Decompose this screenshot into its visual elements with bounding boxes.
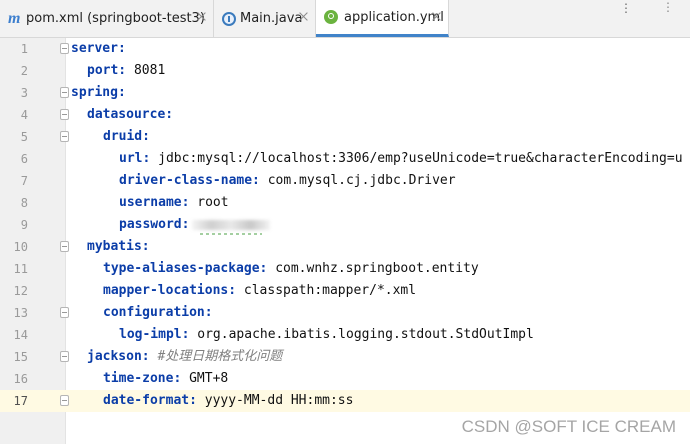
yaml-key: url: — [119, 151, 151, 166]
code-line: 8 username: root — [0, 192, 690, 214]
yaml-line: port: 8081 — [87, 60, 165, 82]
fold-toggle-icon[interactable] — [60, 395, 69, 406]
line-number: 2 — [20, 64, 28, 78]
yaml-key: log-impl: — [119, 327, 190, 342]
tab-main-java[interactable]: Main.java — [214, 0, 316, 37]
line-number: 10 — [13, 240, 28, 254]
yaml-line: time-zone: GMT+8 — [103, 368, 228, 390]
yaml-key: spring: — [71, 85, 126, 100]
code-line: 11 type-aliases-package: com.wnhz.spring… — [0, 258, 690, 280]
yaml-line: log-impl: org.apache.ibatis.logging.stdo… — [119, 324, 534, 346]
line-number: 9 — [20, 218, 28, 232]
yaml-key: port: — [87, 63, 127, 78]
yaml-value: com.wnhz.springboot.entity — [267, 261, 479, 276]
code-line: 15 jackson: #处理日期格式化问题 — [0, 346, 690, 368]
yaml-key: username: — [119, 195, 190, 210]
code-line: 16 time-zone: GMT+8 — [0, 368, 690, 390]
tab-label: Main.java — [240, 11, 303, 26]
fold-toggle-icon[interactable] — [60, 109, 69, 120]
close-icon[interactable] — [196, 11, 207, 22]
code-editor[interactable]: 1 server: 2 port: 8081 3 spring: 4 datas… — [0, 38, 690, 444]
code-line: 6 url: jdbc:mysql://localhost:3306/emp?u… — [0, 148, 690, 170]
yaml-value: 8081 — [126, 63, 166, 78]
yaml-line: url: jdbc:mysql://localhost:3306/emp?use… — [119, 148, 683, 170]
close-icon[interactable] — [431, 11, 442, 22]
fold-toggle-icon[interactable] — [60, 87, 69, 98]
yaml-key: jackson: — [87, 349, 150, 364]
yaml-line: mapper-locations: classpath:mapper/*.xml — [103, 280, 416, 302]
code-line: 13 configuration: — [0, 302, 690, 324]
code-line: 12 mapper-locations: classpath:mapper/*.… — [0, 280, 690, 302]
yaml-value: org.apache.ibatis.logging.stdout.StdOutI… — [189, 327, 534, 342]
spring-yml-icon — [324, 10, 338, 24]
code-line: 10 mybatis: — [0, 236, 690, 258]
yaml-value: root — [189, 195, 229, 210]
line-number: 17 — [13, 394, 28, 408]
line-number: 16 — [13, 372, 28, 386]
tab-application-yml[interactable]: application.yml — [316, 0, 449, 37]
fold-toggle-icon[interactable] — [60, 307, 69, 318]
editor-tab-bar: m pom.xml (springboot-test3) Main.java a… — [0, 0, 690, 38]
yaml-key: type-aliases-package: — [103, 261, 268, 276]
yaml-key: mapper-locations: — [103, 283, 237, 298]
code-line: 2 port: 8081 — [0, 60, 690, 82]
fold-toggle-icon[interactable] — [60, 241, 69, 252]
yaml-key: druid: — [103, 129, 150, 144]
yaml-line: date-format: yyyy-MM-dd HH:mm:ss — [103, 390, 353, 412]
tab-label: application.yml — [344, 9, 444, 25]
line-number: 13 — [13, 306, 28, 320]
line-number: 15 — [13, 350, 28, 364]
code-line: 14 log-impl: org.apache.ibatis.logging.s… — [0, 324, 690, 346]
yaml-key: server: — [71, 41, 126, 56]
yaml-value: jdbc:mysql://localhost:3306/emp?useUnico… — [150, 151, 683, 166]
line-number: 6 — [20, 152, 28, 166]
code-line: 1 server: — [0, 38, 690, 60]
java-class-icon — [222, 11, 236, 26]
code-line: 4 datasource: — [0, 104, 690, 126]
yaml-key: time-zone: — [103, 371, 182, 386]
yaml-value: yyyy-MM-dd HH:mm:ss — [196, 393, 354, 408]
line-number: 11 — [13, 262, 28, 276]
maven-m-icon: m — [8, 9, 21, 27]
code-line: 7 driver-class-name: com.mysql.cj.jdbc.D… — [0, 170, 690, 192]
line-number: 8 — [20, 196, 28, 210]
spellcheck-underline — [200, 233, 262, 235]
yaml-key: datasource: — [87, 107, 174, 122]
yaml-key: password: — [119, 217, 190, 232]
line-number: 12 — [13, 284, 28, 298]
yaml-value: com.mysql.cj.jdbc.Driver — [259, 173, 456, 188]
yaml-key: mybatis: — [87, 239, 150, 254]
current-code-line: 17 date-format: yyyy-MM-dd HH:mm:ss — [0, 390, 690, 412]
code-line: 9 password: — [0, 214, 690, 236]
fold-toggle-icon[interactable] — [60, 351, 69, 362]
more-menu-icon[interactable]: ⋮ — [620, 1, 632, 15]
yaml-line: type-aliases-package: com.wnhz.springboo… — [103, 258, 479, 280]
line-number: 1 — [20, 42, 28, 56]
line-number: 14 — [13, 328, 28, 342]
yaml-line: jackson: #处理日期格式化问题 — [87, 346, 282, 368]
pin-icon[interactable]: ⋮ — [662, 0, 674, 14]
yaml-key: driver-class-name: — [119, 173, 260, 188]
watermark: CSDN @SOFT ICE CREAM — [461, 417, 676, 436]
redacted-password — [192, 219, 271, 230]
fold-toggle-icon[interactable] — [60, 43, 69, 54]
yaml-line: driver-class-name: com.mysql.cj.jdbc.Dri… — [119, 170, 456, 192]
yaml-line: username: root — [119, 192, 229, 214]
yaml-value: GMT+8 — [181, 371, 229, 386]
close-icon[interactable] — [298, 11, 309, 22]
code-line: 5 druid: — [0, 126, 690, 148]
yaml-key: date-format: — [103, 393, 197, 408]
tab-pom-xml[interactable]: m pom.xml (springboot-test3) — [0, 0, 214, 37]
yaml-value: classpath:mapper/*.xml — [236, 283, 417, 298]
yaml-key: configuration: — [103, 305, 213, 320]
line-number: 7 — [20, 174, 28, 188]
line-number: 4 — [20, 108, 28, 122]
yaml-comment: #处理日期格式化问题 — [157, 349, 283, 364]
line-number: 3 — [20, 86, 28, 100]
fold-toggle-icon[interactable] — [60, 131, 69, 142]
code-line: 3 spring: — [0, 82, 690, 104]
line-number: 5 — [20, 130, 28, 144]
tab-label: pom.xml (springboot-test3) — [26, 11, 205, 26]
